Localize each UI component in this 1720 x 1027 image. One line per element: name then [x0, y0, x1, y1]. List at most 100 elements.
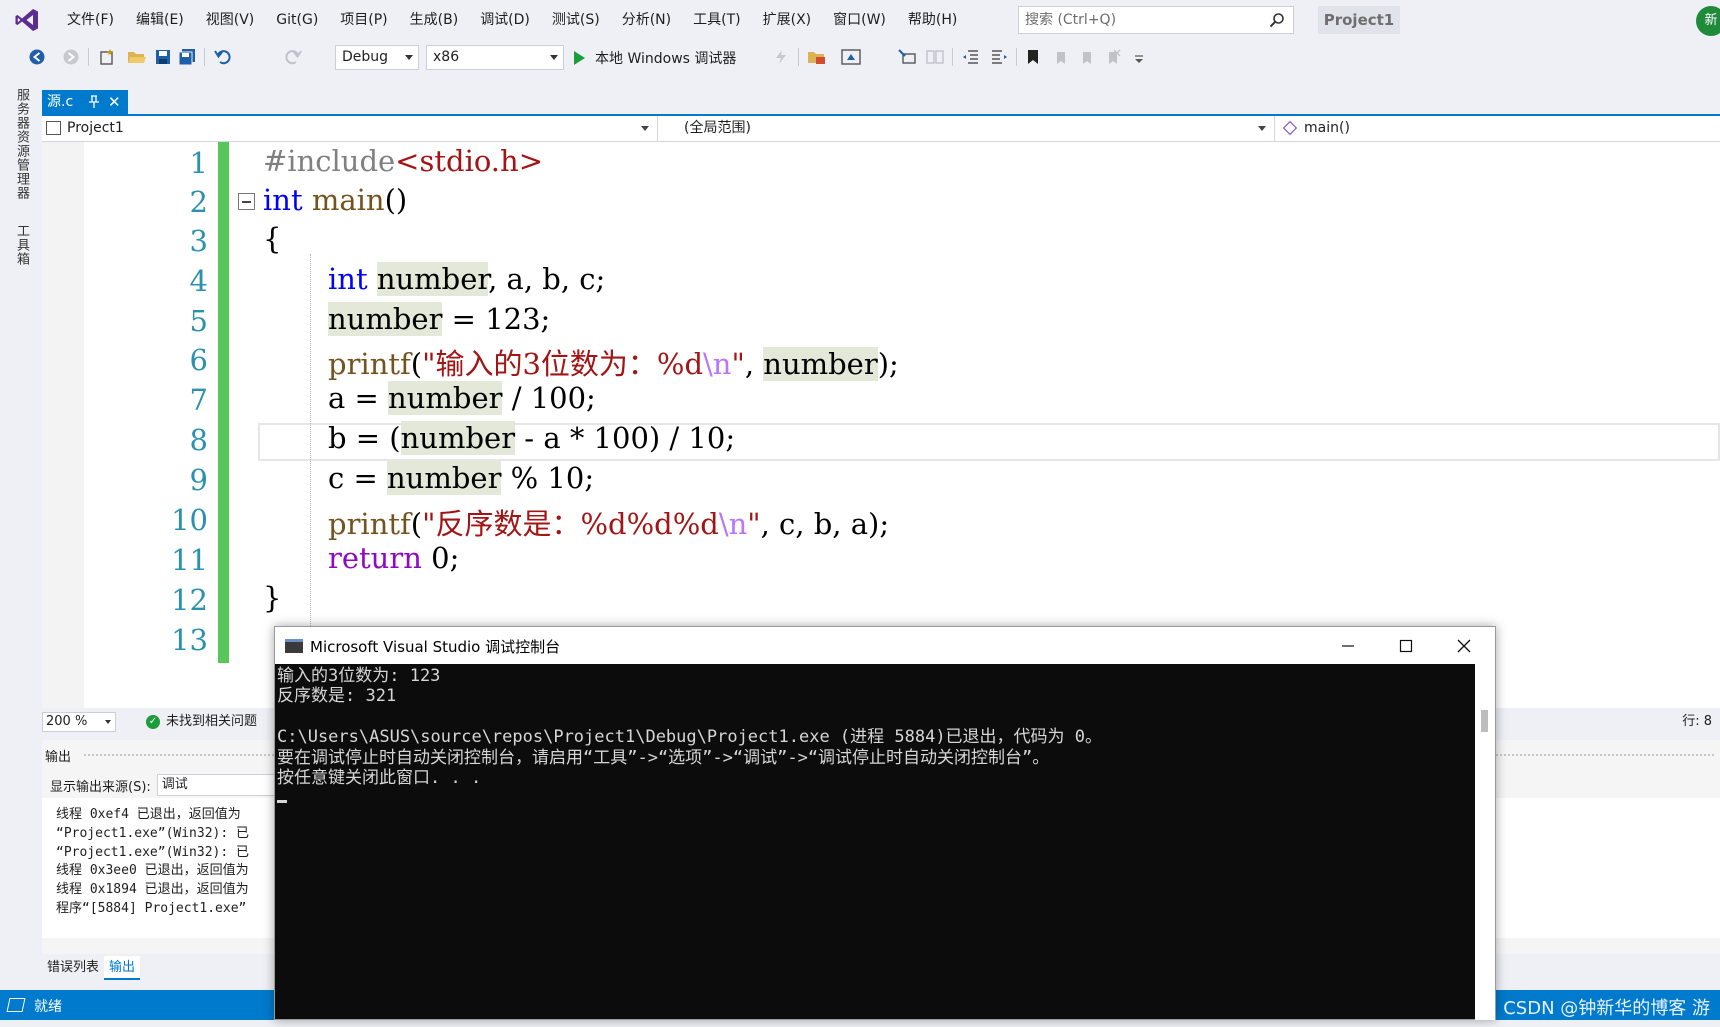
decrease-indent-icon[interactable]: [960, 46, 982, 68]
menu-help[interactable]: 帮助(H): [897, 6, 968, 34]
tab-error-list[interactable]: 错误列表: [42, 956, 104, 980]
toolbox-tab[interactable]: 工具箱: [12, 224, 31, 266]
console-scroll-thumb[interactable]: [1481, 710, 1488, 732]
console-title-bar[interactable]: Microsoft Visual Studio 调试控制台: [275, 627, 1495, 664]
search-input[interactable]: 搜索 (Ctrl+Q): [1018, 6, 1294, 34]
document-tab-label: 源.c: [47, 94, 74, 110]
save-all-icon[interactable]: [176, 46, 198, 68]
menu-bar: 文件(F) 编辑(E) 视图(V) Git(G) 项目(P) 生成(B) 调试(…: [0, 0, 1720, 40]
code-line: return 0;: [328, 541, 460, 575]
close-icon: [1457, 639, 1471, 652]
menu-test[interactable]: 测试(S): [541, 6, 611, 34]
menu-extensions[interactable]: 扩展(X): [752, 6, 823, 34]
code-line: int number, a, b, c;: [328, 262, 606, 296]
console-app-icon: [285, 639, 303, 653]
menu-edit[interactable]: 编辑(E): [125, 6, 195, 34]
chevron-down-icon: [105, 720, 111, 724]
previous-bookmark-icon[interactable]: [1050, 46, 1072, 68]
console-line: 反序数是: 321: [277, 686, 397, 707]
code-editor[interactable]: 1 2 3 4 5 6 7 8 9 10 11 12 13 #include<s…: [42, 142, 1720, 708]
member-dropdown[interactable]: main(): [1277, 116, 1720, 141]
line-number: 9: [189, 463, 208, 497]
solution-platform-select[interactable]: x86: [426, 45, 564, 70]
issues-label: 未找到相关问题: [166, 714, 258, 729]
minimize-icon: [1342, 644, 1354, 647]
menu-tools[interactable]: 工具(T): [682, 6, 751, 34]
menu-file[interactable]: 文件(F): [56, 6, 125, 34]
console-scrollbar[interactable]: [1475, 664, 1495, 1020]
standard-toolbar: Debug x86 本地 Windows 调试器: [0, 40, 1720, 74]
open-folder-icon[interactable]: [126, 46, 148, 68]
menu-window[interactable]: 窗口(W): [822, 6, 897, 34]
issues-indicator[interactable]: ✓ 未找到相关问题: [146, 712, 257, 732]
indent-guide: [310, 254, 311, 682]
menu-debug[interactable]: 调试(D): [469, 6, 541, 34]
solution-configuration-select[interactable]: Debug: [335, 45, 419, 70]
chevron-down-icon: [550, 55, 558, 60]
scope-dropdown[interactable]: (全局范围): [660, 116, 1275, 141]
document-tab-source-c[interactable]: 源.c ✕: [42, 90, 128, 114]
close-button[interactable]: [1435, 627, 1493, 664]
console-line: 输入的3位数为: 123: [277, 666, 441, 686]
close-icon[interactable]: ✕: [108, 90, 121, 114]
zoom-level-select[interactable]: 200 %: [42, 712, 116, 732]
redo-icon[interactable]: [282, 46, 304, 68]
console-output[interactable]: 输入的3位数为: 123 反序数是: 321 C:\Users\ASUS\sourc…: [277, 666, 1467, 1018]
output-source-select[interactable]: 调试: [156, 774, 277, 796]
tab-output[interactable]: 输出: [104, 956, 141, 980]
undo-icon[interactable]: [212, 46, 234, 68]
line-number: 10: [171, 503, 208, 537]
pin-icon[interactable]: [88, 90, 100, 117]
maximize-icon: [1399, 639, 1413, 652]
line-number: 2: [189, 185, 208, 219]
chevron-down-icon: [405, 55, 413, 60]
solution-name-badge[interactable]: Project1: [1318, 6, 1400, 34]
output-window-title: 输出: [45, 750, 72, 765]
line-number: 5: [189, 304, 208, 338]
line-number: 3: [189, 224, 208, 258]
search-icon: [1269, 11, 1285, 37]
console-line: C:\Users\ASUS\source\repos\Project1\Debu…: [277, 727, 1103, 748]
menu-git[interactable]: Git(G): [265, 6, 329, 34]
clear-bookmarks-icon[interactable]: [1102, 46, 1124, 68]
browser-link-icon[interactable]: [840, 46, 862, 68]
maximize-button[interactable]: [1377, 627, 1435, 664]
code-line: int main(): [263, 183, 408, 217]
step-into-icon[interactable]: [896, 46, 918, 68]
bottom-tool-tabs: 错误列表 输出: [42, 956, 282, 980]
watermark-text: CSDN @钟新华的博客 游: [1503, 998, 1710, 1019]
function-cube-icon: [1282, 120, 1298, 136]
output-line: 线程 0xef4 已退出，返回值为: [56, 807, 241, 822]
menu-view[interactable]: 视图(V): [195, 6, 266, 34]
toolbar-separator: [952, 48, 953, 66]
next-bookmark-icon[interactable]: [1076, 46, 1098, 68]
chevron-down-icon: [1258, 126, 1266, 131]
new-project-icon[interactable]: [96, 46, 118, 68]
project-dropdown[interactable]: Project1: [42, 116, 658, 141]
configuration-value: Debug: [342, 49, 389, 65]
visual-studio-logo-icon[interactable]: [12, 5, 42, 35]
step-over-icon[interactable]: [924, 46, 946, 68]
line-indicator: 行: 8: [1682, 714, 1712, 729]
account-avatar[interactable]: 新: [1696, 6, 1720, 36]
start-debugging-button[interactable]: 本地 Windows 调试器: [574, 45, 736, 70]
back-icon[interactable]: [26, 46, 48, 68]
play-icon: [574, 50, 585, 65]
project-icon: [46, 121, 61, 135]
menu-analyze[interactable]: 分析(N): [611, 6, 682, 34]
hot-reload-icon[interactable]: [770, 46, 792, 68]
server-explorer-tab[interactable]: 服务器资源管理器: [12, 88, 31, 200]
menu-project[interactable]: 项目(P): [329, 6, 398, 34]
platform-value: x86: [433, 49, 460, 65]
editor-glyph-margin: [42, 142, 84, 708]
increase-indent-icon[interactable]: [988, 46, 1010, 68]
menu-build[interactable]: 生成(B): [399, 6, 470, 34]
collapse-icon[interactable]: [238, 193, 255, 210]
browse-folder-icon[interactable]: [806, 46, 828, 68]
minimize-button[interactable]: [1319, 627, 1377, 664]
toolbar-overflow-icon[interactable]: [1128, 46, 1150, 68]
bookmark-icon[interactable]: [1022, 46, 1044, 68]
save-icon[interactable]: [152, 46, 174, 68]
debug-console-window[interactable]: Microsoft Visual Studio 调试控制台 输入的3位数为: 1…: [274, 626, 1496, 1020]
forward-icon[interactable]: [60, 46, 82, 68]
